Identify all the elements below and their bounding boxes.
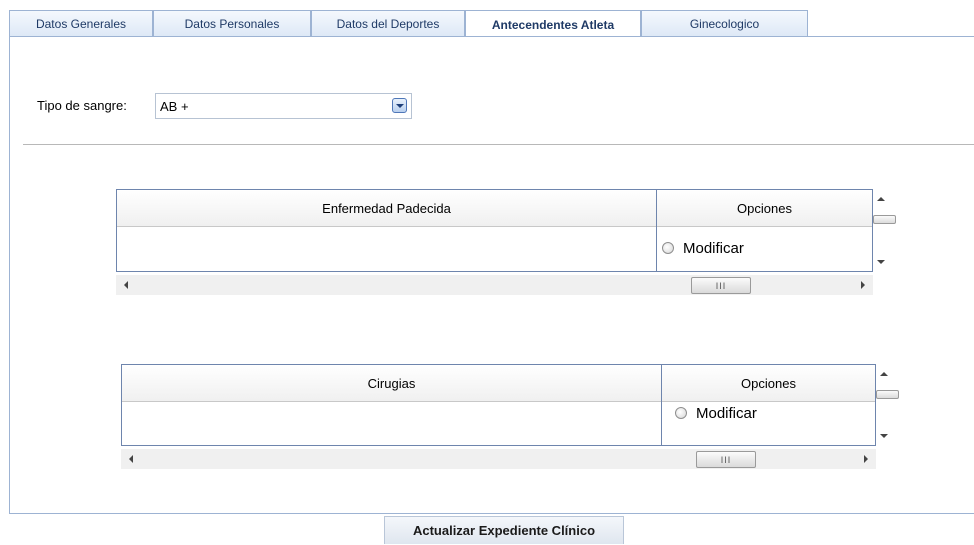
chevron-down-icon[interactable] [392,98,407,113]
surgery-horizontal-scrollbar[interactable]: III [121,449,876,469]
surgery-column-header: Cirugias [122,365,661,402]
surgery-cell[interactable] [122,402,661,445]
surgery-modify-label: Modificar [696,404,757,422]
update-record-button[interactable]: Actualizar Expediente Clínico [384,516,624,544]
tab-ginecologico[interactable]: Ginecologico [641,10,808,37]
tab-datos-deportes[interactable]: Datos del Deportes [311,10,465,37]
illness-horizontal-scrollbar[interactable]: III [116,275,873,295]
surgery-modify-option[interactable]: Modificar [675,398,875,428]
illness-grid-body: Enfermedad Padecida Opciones Modificar [116,189,873,272]
illness-modify-option[interactable]: Modificar [662,233,872,263]
divider [23,144,974,145]
blood-type-select[interactable]: AB + [155,93,412,119]
illness-cell[interactable] [117,227,656,271]
scroll-left-icon[interactable] [129,455,133,463]
illness-column-header: Enfermedad Padecida [117,190,656,227]
scroll-thumb[interactable]: III [696,451,756,468]
surgery-grid: Cirugias Opciones Modificar III [121,364,903,476]
scroll-right-icon[interactable] [861,281,865,289]
scroll-up-icon[interactable] [880,372,888,376]
scroll-thumb[interactable]: III [691,277,751,294]
scroll-thumb[interactable] [873,215,896,224]
illness-vertical-scrollbar[interactable] [873,189,896,272]
surgery-grid-body: Cirugias Opciones Modificar [121,364,876,446]
scroll-up-icon[interactable] [877,197,885,201]
illness-grid: Enfermedad Padecida Opciones Modificar I… [116,189,898,301]
column-divider [661,365,662,445]
scroll-down-icon[interactable] [877,260,885,264]
illness-modify-label: Modificar [683,239,744,257]
radio-icon[interactable] [662,242,674,254]
surgery-options-header: Opciones [662,365,875,402]
scroll-right-icon[interactable] [864,455,868,463]
tab-datos-personales[interactable]: Datos Personales [153,10,311,37]
scroll-down-icon[interactable] [880,434,888,438]
tab-antecedentes-atleta[interactable]: Antecendentes Atleta [465,10,641,39]
tab-datos-generales[interactable]: Datos Generales [9,10,153,37]
illness-options-header: Opciones [657,190,872,227]
scroll-left-icon[interactable] [124,281,128,289]
surgery-vertical-scrollbar[interactable] [876,364,899,446]
scroll-thumb[interactable] [876,390,899,399]
blood-type-label: Tipo de sangre: [37,98,127,113]
radio-icon[interactable] [675,407,687,419]
blood-type-value: AB + [160,99,189,114]
column-divider [656,190,657,271]
